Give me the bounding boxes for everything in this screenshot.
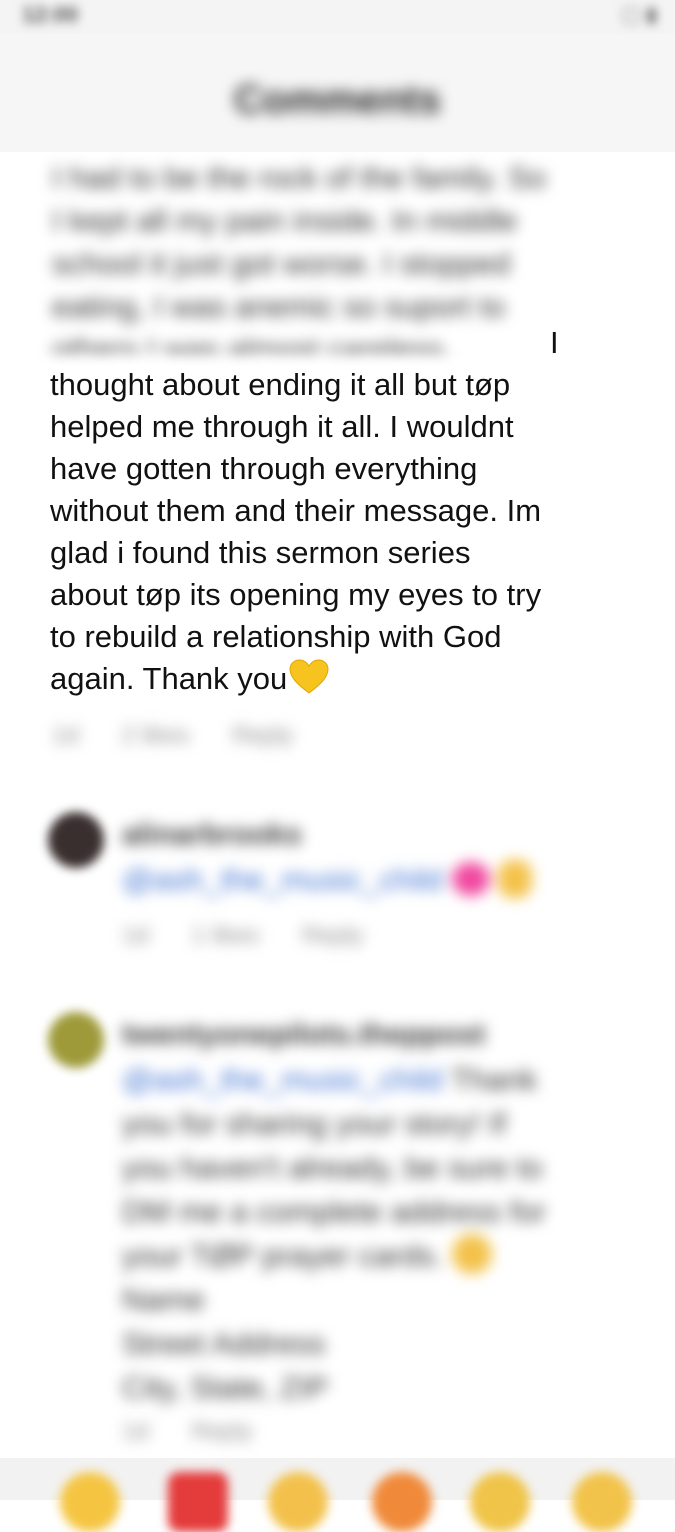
emoji-reaction-bar [0,1458,675,1532]
comment-clear-start: I [546,322,576,364]
status-bar: 12:00 ▢ ▮ [0,0,675,34]
comment-last-line: again. Thank you [50,658,650,700]
mention-link[interactable]: @ash_the_music_child [122,1062,443,1097]
comment-text: @ash_the_music_child Thank you for shari… [122,1058,642,1410]
comment-text-blurred: I had to be the rock of the family. So I… [52,156,632,371]
comment-line: glad i found this sermon series [50,535,471,570]
comment-username[interactable]: alinarbrooks [122,818,302,852]
comment-time: 1d [122,1418,149,1445]
emoji-laugh-icon[interactable] [268,1472,328,1532]
praying-hands-icon [498,860,533,898]
comment-line: Street Address [122,1326,326,1361]
comment-meta: 1d 1 likes Reply [122,922,399,950]
comment-line: I kept all my pain inside. In middle [52,203,518,238]
reply-button[interactable]: Reply [302,922,363,949]
comment-line: City, State, ZIP [122,1370,329,1405]
comment-line: eating, I was anemic so suport to [52,289,506,324]
comment-line: have gotten through everything [50,451,478,486]
comment-line: without them and their message. Im [50,493,542,528]
pink-heart-icon [451,862,490,896]
comment-line: helped me through it all. I wouldnt [50,409,514,444]
emoji-clap-icon[interactable] [470,1472,530,1532]
comment-time: 1d [122,922,149,949]
comment-username[interactable]: twentyonepilots.theppost [122,1018,485,1052]
comment-line: thought about ending it all but tøp [50,367,511,402]
emoji-fire-icon[interactable] [372,1472,432,1532]
avatar[interactable] [48,1012,104,1068]
comment-line: Name [122,1282,205,1317]
reply-button[interactable]: Reply [232,722,293,749]
likes-count[interactable]: 2 likes [121,722,189,749]
likes-count[interactable]: 1 likes [191,922,259,949]
comment-line: I had to be the rock of the family. So [52,160,546,195]
comment-time: 1d [52,722,79,749]
yellow-heart-icon [289,659,329,694]
status-icons: ▢ ▮ [621,4,657,26]
comment-meta: 1d 2 likes Reply [52,722,329,750]
comment-text: @ash_the_music_child [122,858,533,902]
comments-header: Comments [0,34,675,152]
comment-line: your TØP prayer cards. [122,1238,444,1273]
emoji-cry-icon[interactable] [572,1472,632,1532]
avatar[interactable] [48,812,104,868]
comment-line: school it just got worse. I stopped [52,246,511,281]
comment-line: Thank [451,1062,538,1097]
comment-line: you for sharing your story! If [122,1106,507,1141]
comment-line: about tøp its opening my eyes to try [50,577,542,612]
page-title: Comments [234,78,441,122]
comment-text-clear: thought about ending it all but tøp help… [50,364,650,700]
reply-button[interactable]: Reply [191,1418,252,1445]
comment-line: to rebuild a relationship with God [50,619,502,654]
emoji-smile-icon[interactable] [60,1472,120,1532]
mention-link[interactable]: @ash_the_music_child [122,862,443,897]
emoji-heart-icon[interactable] [168,1472,228,1532]
comment-line: DM me a complete address for [122,1194,546,1229]
status-time: 12:00 [22,2,79,27]
comment-line: again. Thank you [50,661,288,696]
comment-meta: 1d Reply [122,1418,289,1446]
comment-line: you haven't already, be sure to [122,1150,543,1185]
smile-icon [451,1234,492,1274]
